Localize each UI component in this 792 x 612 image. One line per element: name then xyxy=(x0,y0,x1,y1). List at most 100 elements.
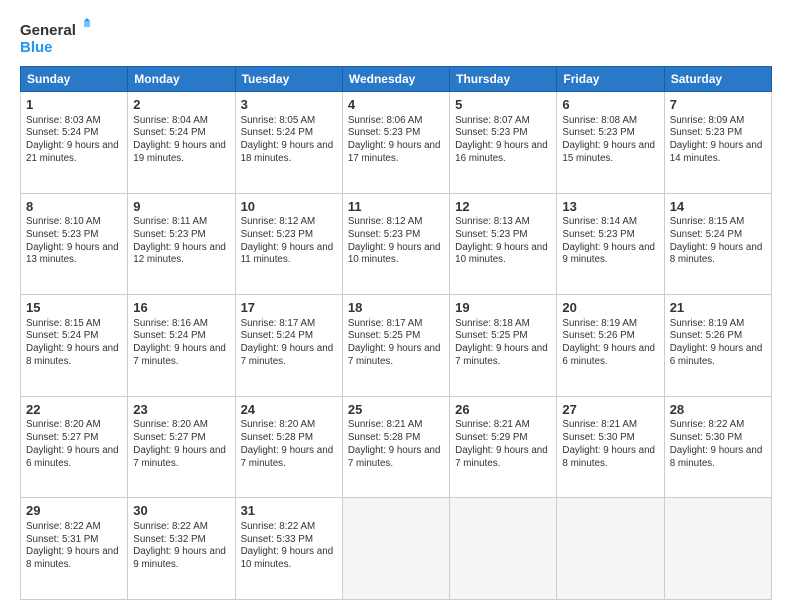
calendar-week-2: 8Sunrise: 8:10 AMSunset: 5:23 PMDaylight… xyxy=(21,193,772,295)
calendar-cell: 9Sunrise: 8:11 AMSunset: 5:23 PMDaylight… xyxy=(128,193,235,295)
calendar-cell xyxy=(342,498,449,600)
logo-svg: General Blue xyxy=(20,18,90,56)
calendar-cell: 8Sunrise: 8:10 AMSunset: 5:23 PMDaylight… xyxy=(21,193,128,295)
calendar-cell: 13Sunrise: 8:14 AMSunset: 5:23 PMDayligh… xyxy=(557,193,664,295)
calendar-cell: 20Sunrise: 8:19 AMSunset: 5:26 PMDayligh… xyxy=(557,295,664,397)
day-info: Sunrise: 8:06 AMSunset: 5:23 PMDaylight:… xyxy=(348,115,444,166)
day-info: Sunrise: 8:10 AMSunset: 5:23 PMDaylight:… xyxy=(26,216,122,267)
day-number: 6 xyxy=(562,96,658,114)
day-number: 2 xyxy=(133,96,229,114)
day-info: Sunrise: 8:22 AMSunset: 5:30 PMDaylight:… xyxy=(670,419,766,470)
day-info: Sunrise: 8:08 AMSunset: 5:23 PMDaylight:… xyxy=(562,115,658,166)
day-info: Sunrise: 8:19 AMSunset: 5:26 PMDaylight:… xyxy=(562,318,658,369)
col-header-tuesday: Tuesday xyxy=(235,67,342,92)
day-number: 24 xyxy=(241,401,337,419)
day-info: Sunrise: 8:07 AMSunset: 5:23 PMDaylight:… xyxy=(455,115,551,166)
day-info: Sunrise: 8:18 AMSunset: 5:25 PMDaylight:… xyxy=(455,318,551,369)
calendar-cell xyxy=(557,498,664,600)
day-info: Sunrise: 8:09 AMSunset: 5:23 PMDaylight:… xyxy=(670,115,766,166)
day-number: 18 xyxy=(348,299,444,317)
day-number: 10 xyxy=(241,198,337,216)
col-header-sunday: Sunday xyxy=(21,67,128,92)
calendar-week-1: 1Sunrise: 8:03 AMSunset: 5:24 PMDaylight… xyxy=(21,92,772,194)
calendar-cell: 7Sunrise: 8:09 AMSunset: 5:23 PMDaylight… xyxy=(664,92,771,194)
day-info: Sunrise: 8:15 AMSunset: 5:24 PMDaylight:… xyxy=(670,216,766,267)
calendar-cell xyxy=(450,498,557,600)
day-info: Sunrise: 8:20 AMSunset: 5:27 PMDaylight:… xyxy=(26,419,122,470)
calendar-cell xyxy=(664,498,771,600)
day-info: Sunrise: 8:22 AMSunset: 5:32 PMDaylight:… xyxy=(133,521,229,572)
calendar-cell: 16Sunrise: 8:16 AMSunset: 5:24 PMDayligh… xyxy=(128,295,235,397)
logo: General Blue xyxy=(20,18,90,56)
col-header-wednesday: Wednesday xyxy=(342,67,449,92)
day-number: 11 xyxy=(348,198,444,216)
calendar-cell: 22Sunrise: 8:20 AMSunset: 5:27 PMDayligh… xyxy=(21,396,128,498)
day-number: 4 xyxy=(348,96,444,114)
day-info: Sunrise: 8:16 AMSunset: 5:24 PMDaylight:… xyxy=(133,318,229,369)
day-info: Sunrise: 8:11 AMSunset: 5:23 PMDaylight:… xyxy=(133,216,229,267)
calendar-cell: 6Sunrise: 8:08 AMSunset: 5:23 PMDaylight… xyxy=(557,92,664,194)
day-info: Sunrise: 8:12 AMSunset: 5:23 PMDaylight:… xyxy=(348,216,444,267)
col-header-friday: Friday xyxy=(557,67,664,92)
day-number: 17 xyxy=(241,299,337,317)
calendar-week-4: 22Sunrise: 8:20 AMSunset: 5:27 PMDayligh… xyxy=(21,396,772,498)
day-info: Sunrise: 8:22 AMSunset: 5:31 PMDaylight:… xyxy=(26,521,122,572)
calendar-cell: 28Sunrise: 8:22 AMSunset: 5:30 PMDayligh… xyxy=(664,396,771,498)
day-info: Sunrise: 8:14 AMSunset: 5:23 PMDaylight:… xyxy=(562,216,658,267)
day-number: 23 xyxy=(133,401,229,419)
day-number: 12 xyxy=(455,198,551,216)
calendar-cell: 5Sunrise: 8:07 AMSunset: 5:23 PMDaylight… xyxy=(450,92,557,194)
day-number: 21 xyxy=(670,299,766,317)
day-info: Sunrise: 8:21 AMSunset: 5:28 PMDaylight:… xyxy=(348,419,444,470)
calendar-table: SundayMondayTuesdayWednesdayThursdayFrid… xyxy=(20,66,772,600)
day-number: 9 xyxy=(133,198,229,216)
day-number: 20 xyxy=(562,299,658,317)
day-number: 28 xyxy=(670,401,766,419)
day-number: 1 xyxy=(26,96,122,114)
calendar-cell: 21Sunrise: 8:19 AMSunset: 5:26 PMDayligh… xyxy=(664,295,771,397)
day-info: Sunrise: 8:03 AMSunset: 5:24 PMDaylight:… xyxy=(26,115,122,166)
day-number: 31 xyxy=(241,502,337,520)
calendar-cell: 11Sunrise: 8:12 AMSunset: 5:23 PMDayligh… xyxy=(342,193,449,295)
col-header-saturday: Saturday xyxy=(664,67,771,92)
calendar-cell: 31Sunrise: 8:22 AMSunset: 5:33 PMDayligh… xyxy=(235,498,342,600)
day-number: 27 xyxy=(562,401,658,419)
calendar-cell: 2Sunrise: 8:04 AMSunset: 5:24 PMDaylight… xyxy=(128,92,235,194)
day-info: Sunrise: 8:13 AMSunset: 5:23 PMDaylight:… xyxy=(455,216,551,267)
day-info: Sunrise: 8:20 AMSunset: 5:27 PMDaylight:… xyxy=(133,419,229,470)
calendar-week-3: 15Sunrise: 8:15 AMSunset: 5:24 PMDayligh… xyxy=(21,295,772,397)
day-number: 7 xyxy=(670,96,766,114)
calendar-cell: 23Sunrise: 8:20 AMSunset: 5:27 PMDayligh… xyxy=(128,396,235,498)
day-number: 22 xyxy=(26,401,122,419)
day-number: 15 xyxy=(26,299,122,317)
header: General Blue xyxy=(20,18,772,56)
day-info: Sunrise: 8:15 AMSunset: 5:24 PMDaylight:… xyxy=(26,318,122,369)
calendar-cell: 1Sunrise: 8:03 AMSunset: 5:24 PMDaylight… xyxy=(21,92,128,194)
calendar-cell: 19Sunrise: 8:18 AMSunset: 5:25 PMDayligh… xyxy=(450,295,557,397)
calendar-cell: 30Sunrise: 8:22 AMSunset: 5:32 PMDayligh… xyxy=(128,498,235,600)
day-info: Sunrise: 8:20 AMSunset: 5:28 PMDaylight:… xyxy=(241,419,337,470)
day-info: Sunrise: 8:12 AMSunset: 5:23 PMDaylight:… xyxy=(241,216,337,267)
col-header-thursday: Thursday xyxy=(450,67,557,92)
calendar-cell: 10Sunrise: 8:12 AMSunset: 5:23 PMDayligh… xyxy=(235,193,342,295)
day-info: Sunrise: 8:17 AMSunset: 5:25 PMDaylight:… xyxy=(348,318,444,369)
calendar-cell: 25Sunrise: 8:21 AMSunset: 5:28 PMDayligh… xyxy=(342,396,449,498)
calendar-cell: 12Sunrise: 8:13 AMSunset: 5:23 PMDayligh… xyxy=(450,193,557,295)
calendar-cell: 18Sunrise: 8:17 AMSunset: 5:25 PMDayligh… xyxy=(342,295,449,397)
calendar-cell: 14Sunrise: 8:15 AMSunset: 5:24 PMDayligh… xyxy=(664,193,771,295)
day-number: 29 xyxy=(26,502,122,520)
day-number: 16 xyxy=(133,299,229,317)
calendar-week-5: 29Sunrise: 8:22 AMSunset: 5:31 PMDayligh… xyxy=(21,498,772,600)
day-number: 25 xyxy=(348,401,444,419)
calendar-cell: 17Sunrise: 8:17 AMSunset: 5:24 PMDayligh… xyxy=(235,295,342,397)
day-number: 30 xyxy=(133,502,229,520)
day-number: 3 xyxy=(241,96,337,114)
calendar-cell: 26Sunrise: 8:21 AMSunset: 5:29 PMDayligh… xyxy=(450,396,557,498)
calendar-cell: 3Sunrise: 8:05 AMSunset: 5:24 PMDaylight… xyxy=(235,92,342,194)
calendar-cell: 24Sunrise: 8:20 AMSunset: 5:28 PMDayligh… xyxy=(235,396,342,498)
day-number: 19 xyxy=(455,299,551,317)
day-number: 14 xyxy=(670,198,766,216)
calendar-cell: 27Sunrise: 8:21 AMSunset: 5:30 PMDayligh… xyxy=(557,396,664,498)
day-info: Sunrise: 8:22 AMSunset: 5:33 PMDaylight:… xyxy=(241,521,337,572)
day-info: Sunrise: 8:19 AMSunset: 5:26 PMDaylight:… xyxy=(670,318,766,369)
